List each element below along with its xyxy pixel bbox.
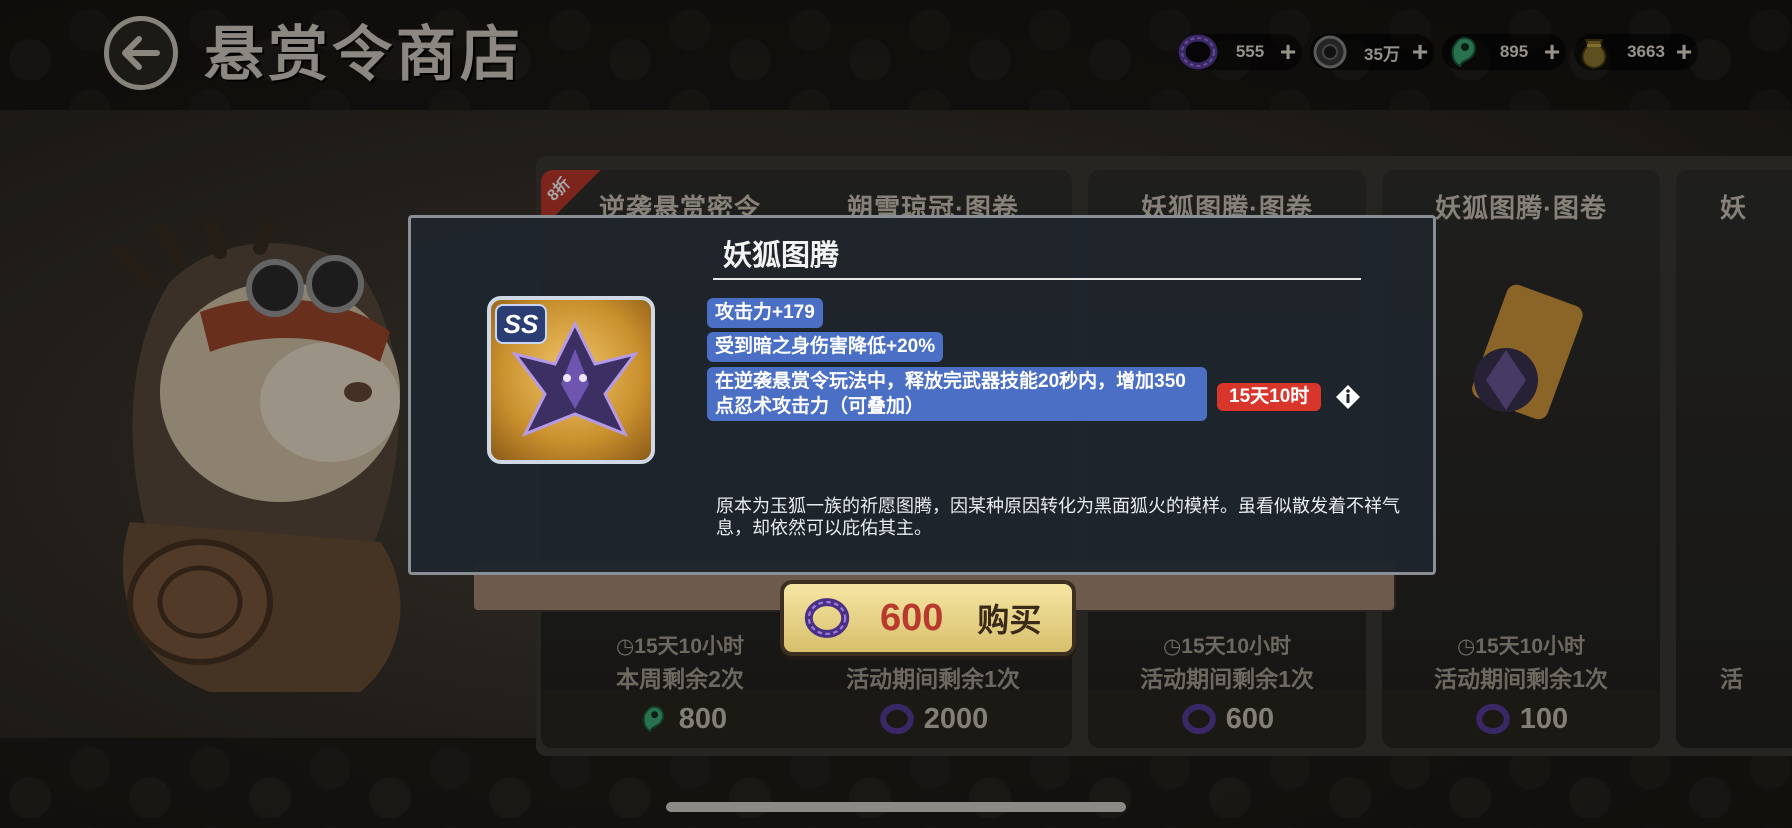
buy-button[interactable]: 600 购买 [780,580,1076,656]
item-detail-popup: SS 妖狐图腾 攻击力+179 受到暗之身伤害降低+20% 在逆袭悬赏令玩法中，… [408,215,1436,575]
rank-badge: SS [495,304,547,344]
purple-rope-icon [804,598,850,638]
popup-title: 妖狐图腾 [713,236,1361,280]
item-description: 原本为玉狐一族的祈愿图腾，因某种原因转化为黑面狐火的模样。虽看似散发着不祥气息，… [716,496,1400,538]
stat-attack: 攻击力+179 [707,298,823,328]
home-indicator[interactable] [666,802,1126,812]
stat-skill-effect: 在逆袭悬赏令玩法中，释放完武器技能20秒内，增加350点忍术攻击力（可叠加） [707,367,1207,421]
item-icon: SS [487,296,655,464]
stat-damage-reduction: 受到暗之身伤害降低+20% [707,332,944,362]
info-icon[interactable] [1335,384,1361,410]
timer-badge: 15天10时 [1217,383,1322,411]
buy-price: 600 [880,596,944,639]
buy-label: 购买 [977,601,1042,639]
